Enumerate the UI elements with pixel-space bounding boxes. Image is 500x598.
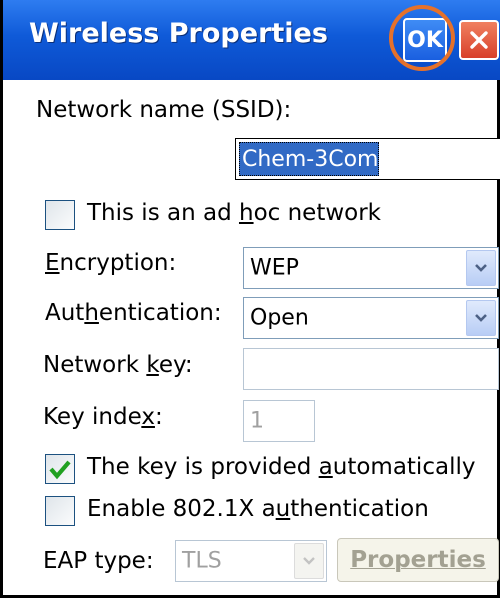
auto-key-checkbox[interactable] — [45, 454, 75, 484]
adhoc-checkbox[interactable] — [45, 200, 75, 230]
window-title: Wireless Properties — [29, 18, 328, 49]
properties-button-label: Properties — [350, 547, 486, 573]
network-key-label: Network key: — [43, 352, 193, 378]
close-button[interactable] — [459, 20, 499, 60]
eap-type-dropdown-button[interactable] — [294, 543, 324, 579]
encryption-label: Encryption: — [45, 250, 177, 276]
ssid-input-value[interactable]: Chem-3Com — [239, 142, 379, 176]
auto-key-label: The key is provided automatically — [87, 454, 476, 480]
ssid-label: Network name (SSID): — [36, 97, 292, 123]
chevron-down-icon — [475, 264, 487, 272]
close-icon — [470, 31, 488, 49]
encryption-value: WEP — [250, 255, 299, 281]
adhoc-label: This is an ad hoc network — [87, 200, 381, 226]
key-index-label: Key index: — [43, 404, 163, 430]
title-bar: Wireless Properties OK — [3, 0, 500, 80]
dialog-window: Wireless Properties OK Network name (SSI… — [0, 0, 500, 598]
encryption-dropdown-button[interactable] — [466, 250, 496, 286]
authentication-select[interactable]: Open — [243, 297, 499, 339]
ieee8021x-checkbox[interactable] — [45, 496, 75, 526]
encryption-select[interactable]: WEP — [243, 247, 499, 289]
chevron-down-icon — [475, 314, 487, 322]
network-key-input[interactable] — [243, 348, 499, 390]
key-index-input[interactable]: 1 — [243, 400, 315, 442]
eap-type-select[interactable]: TLS — [175, 540, 327, 582]
properties-button[interactable]: Properties — [337, 538, 499, 582]
check-mark-icon — [49, 460, 71, 480]
key-index-value: 1 — [250, 408, 264, 434]
chevron-down-icon — [303, 557, 315, 565]
ok-button[interactable]: OK — [403, 18, 447, 62]
eap-type-label: EAP type: — [43, 548, 154, 574]
authentication-dropdown-button[interactable] — [466, 300, 496, 336]
eap-type-value: TLS — [182, 548, 222, 574]
ieee8021x-label: Enable 802.1X authentication — [87, 496, 429, 522]
authentication-value: Open — [250, 305, 309, 331]
authentication-label: Authentication: — [45, 300, 222, 326]
